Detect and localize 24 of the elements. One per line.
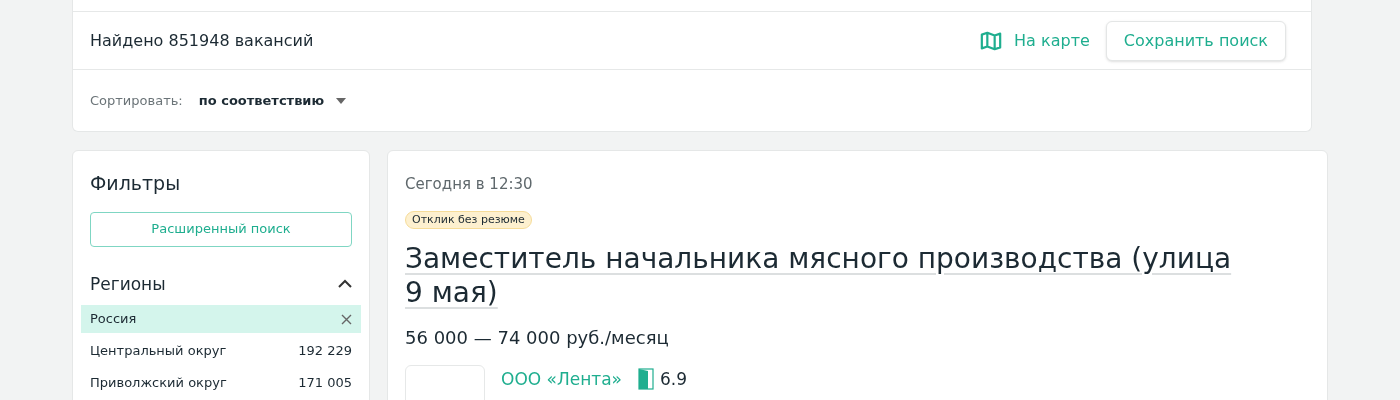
- region-name: Россия: [90, 310, 138, 329]
- region-count: 171 005: [298, 374, 352, 393]
- region-name: Центральный округ: [90, 342, 228, 361]
- sort-label: Сортировать:: [90, 91, 183, 110]
- no-resume-badge: Отклик без резюме: [405, 210, 532, 229]
- company-rating: 6.9: [660, 367, 688, 391]
- region-item[interactable]: Приволжский округ 171 005: [81, 369, 361, 397]
- regions-title: Регионы: [90, 272, 167, 296]
- caret-icon: [336, 97, 347, 104]
- map-icon: [980, 29, 1003, 52]
- collapse-toggle[interactable]: [338, 279, 352, 290]
- close-icon[interactable]: [341, 313, 352, 325]
- door-icon: [638, 367, 655, 390]
- sort-dropdown[interactable]: по соответствию: [198, 90, 347, 111]
- vacancy-date: Сегодня в 12:30: [405, 174, 534, 195]
- salary: 56 000 — 74 000 руб./месяц: [405, 325, 670, 350]
- region-item[interactable]: Центральный округ 192 229: [81, 337, 361, 365]
- filters-title: Фильтры: [90, 171, 182, 196]
- region-item[interactable]: Россия: [81, 305, 361, 333]
- results-count: Найдено 851948 вакансий: [90, 29, 314, 52]
- vacancy-title[interactable]: Заместитель начальника мясного производства (улица 9 мая): [405, 241, 1235, 310]
- chevron-up-icon: [338, 279, 352, 290]
- region-name: Приволжский округ: [90, 374, 228, 393]
- region-count: 192 229: [298, 342, 352, 361]
